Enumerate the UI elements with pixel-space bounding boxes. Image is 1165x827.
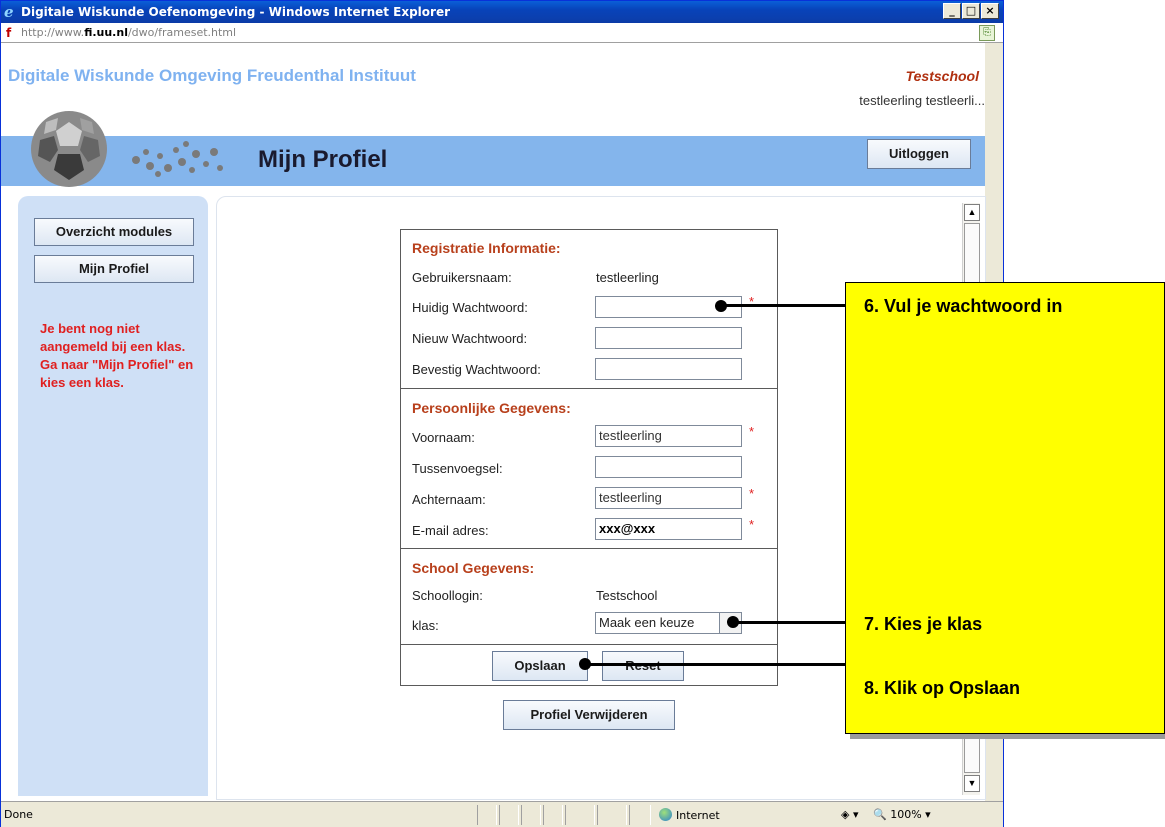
scroll-up-icon[interactable]: ▲ [964, 204, 980, 221]
sidebar-item-overzicht-modules[interactable]: Overzicht modules [34, 218, 194, 246]
football-logo-icon [31, 111, 107, 187]
firstname-field[interactable]: testleerling [595, 425, 742, 447]
sidebar-item-mijn-profiel[interactable]: Mijn Profiel [34, 255, 194, 283]
lastname-field[interactable]: testleerling [595, 487, 742, 509]
instruction-callout [845, 282, 1165, 734]
class-select[interactable]: Maak een keuze [595, 612, 742, 634]
callout-step-8: 8. Klik op Opslaan [864, 678, 1021, 698]
email-field[interactable]: xxx@xxx [595, 518, 742, 540]
required-marker: * [749, 517, 755, 532]
pointer-dot-password [715, 300, 727, 312]
school-name: Testschool [905, 68, 979, 84]
profile-form: Registratie Informatie: Gebruikersnaam: … [400, 229, 778, 686]
email-label: E-mail adres: [412, 523, 489, 538]
delete-profile-button[interactable]: Profiel Verwijderen [503, 700, 675, 730]
address-url[interactable]: http://www.fi.uu.nl/dwo/frameset.html [21, 23, 236, 43]
scroll-down-icon[interactable]: ▼ [964, 775, 980, 792]
window-title: Digitale Wiskunde Oefenomgeving - Window… [21, 5, 451, 19]
window-controls: _ □ × [943, 3, 999, 19]
callout-step-6: 6. Vul je wachtwoord in [864, 296, 1063, 316]
site-title: Digitale Wiskunde Omgeving Freudenthal I… [8, 66, 416, 85]
section-title-registratie: Registratie Informatie: [412, 240, 561, 256]
minimize-button[interactable]: _ [943, 3, 961, 19]
section-divider [401, 548, 777, 549]
new-password-field[interactable] [595, 327, 742, 349]
globe-icon [659, 808, 672, 821]
username-label: Gebruikersnaam: [412, 270, 512, 285]
zoom-level[interactable]: 🔍 100% ▾ [873, 808, 931, 821]
pointer-line-password [720, 304, 845, 307]
confirm-password-field[interactable] [595, 358, 742, 380]
firstname-label: Voornaam: [412, 430, 475, 445]
section-divider [401, 388, 777, 389]
pointer-line-save [586, 663, 845, 666]
schoollogin-label: Schoollogin: [412, 588, 483, 603]
feed-icon[interactable]: ⎘ [979, 25, 995, 41]
callout-step-7: 7. Kies je klas [864, 614, 983, 634]
pointer-dot-class [727, 616, 739, 628]
page-title: Mijn Profiel [258, 146, 388, 173]
infix-field[interactable] [595, 456, 742, 478]
user-name: testleerling testleerli... [859, 93, 985, 108]
required-marker: * [749, 486, 755, 501]
maximize-button[interactable]: □ [962, 3, 980, 19]
class-label: klas: [412, 618, 439, 633]
ie-logo-icon: e [4, 3, 14, 21]
pointer-line-class [733, 621, 845, 624]
lastname-label: Achternaam: [412, 492, 486, 507]
protected-mode-icon[interactable]: ◈ ▾ [841, 808, 858, 821]
molecule-logo-icon [132, 141, 223, 177]
required-marker: * [749, 424, 755, 439]
pointer-dot-save [579, 658, 591, 670]
status-text: Done [4, 808, 33, 821]
left-sidebar: Overzicht modules Mijn Profiel Je bent n… [18, 196, 208, 796]
section-title-school: School Gegevens: [412, 560, 535, 576]
status-bar: Done Internet ◈ ▾ 🔍 100% ▾ [1, 801, 1003, 827]
section-title-persoonlijk: Persoonlijke Gegevens: [412, 400, 571, 416]
close-button[interactable]: × [981, 3, 999, 19]
section-divider [401, 644, 777, 645]
confirm-password-label: Bevestig Wachtwoord: [412, 362, 541, 377]
save-button[interactable]: Opslaan [492, 651, 588, 681]
username-value: testleerling [596, 270, 659, 285]
title-bar[interactable]: e Digitale Wiskunde Oefenomgeving - Wind… [1, 1, 1003, 23]
infix-label: Tussenvoegsel: [412, 461, 503, 476]
address-bar[interactable]: f http://www.fi.uu.nl/dwo/frameset.html … [1, 23, 1003, 43]
reset-button[interactable]: Reset [602, 651, 684, 681]
logout-button[interactable]: Uitloggen [867, 139, 971, 169]
class-select-value: Maak een keuze [599, 615, 695, 630]
schoollogin-value: Testschool [596, 588, 658, 603]
class-notice: Je bent nog niet aangemeld bij een klas.… [40, 321, 194, 390]
new-password-label: Nieuw Wachtwoord: [412, 331, 528, 346]
site-favicon-icon: f [6, 26, 12, 40]
current-password-label: Huidig Wachtwoord: [412, 300, 528, 315]
security-zone[interactable]: Internet [659, 808, 720, 822]
